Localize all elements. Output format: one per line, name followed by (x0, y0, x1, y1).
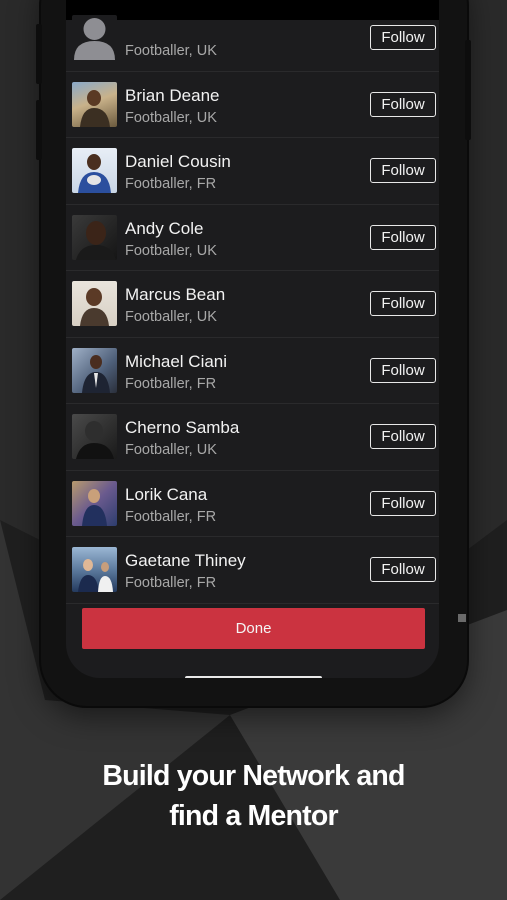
list-item[interactable]: Andy Cole Footballer, UK Follow (66, 205, 439, 271)
person-photo (80, 288, 109, 326)
follow-button[interactable]: Follow (370, 490, 436, 516)
person-subtitle: Footballer, FR (125, 176, 217, 192)
avatar (72, 547, 117, 592)
list-item[interactable]: Cherno Samba Footballer, UK Follow (66, 404, 439, 471)
avatar (72, 15, 117, 60)
avatar (72, 480, 117, 526)
person-photo (76, 220, 116, 260)
scroll-indicator (458, 614, 466, 622)
person-subtitle: Footballer, UK (125, 242, 217, 259)
promo-caption: Build your Network and find a Mentor (0, 756, 507, 836)
person-subtitle: Footballer, UK (125, 43, 217, 59)
follow-button[interactable]: Follow (370, 25, 436, 50)
list-item[interactable]: Michael Ciani Footballer, FR Follow (66, 338, 439, 404)
home-indicator[interactable] (185, 676, 322, 678)
follow-button[interactable]: Follow (370, 291, 436, 316)
person-subtitle: Footballer, FR (125, 375, 217, 392)
list-item[interactable]: Marcus Bean Footballer, UK Follow (66, 271, 439, 338)
person-name: Brian Deane (125, 85, 220, 105)
avatar (72, 347, 117, 393)
person-photo (82, 488, 107, 526)
person-name: Lorik Cana (125, 484, 208, 504)
caption-line-1: Build your Network and (102, 760, 405, 792)
avatar (72, 148, 117, 193)
list-item[interactable]: Gaetane Thiney Footballer, FR Follow (66, 537, 439, 604)
follow-button[interactable]: Follow (370, 557, 436, 582)
person-name: Daniel Cousin (125, 152, 231, 171)
person-photo (76, 421, 114, 459)
list-item[interactable]: Daniel Cousin Footballer, FR Follow (66, 138, 439, 205)
person-subtitle: Footballer, UK (125, 442, 217, 458)
follow-button[interactable]: Follow (370, 91, 436, 117)
avatar (72, 214, 117, 260)
follow-button[interactable]: Follow (370, 424, 436, 449)
follow-button[interactable]: Follow (370, 224, 436, 250)
avatar (72, 281, 117, 326)
person-subtitle: Footballer, UK (125, 309, 217, 325)
phone-power-button (465, 40, 471, 140)
person-name: Marcus Bean (125, 285, 226, 304)
person-subtitle: Footballer, UK (125, 109, 217, 126)
list-item[interactable]: Lorik Cana Footballer, FR Follow (66, 471, 439, 537)
person-name: Gaetane Thiney (125, 551, 246, 570)
phone-screen: Footballer, UK Follow Brian Deane Footba… (66, 0, 439, 678)
list-item[interactable]: Footballer, UK Follow (66, 5, 439, 72)
person-photo (80, 89, 110, 127)
person-name: Andy Cole (125, 218, 204, 238)
avatar (72, 81, 117, 127)
list-item[interactable]: Brian Deane Footballer, UK Follow (66, 72, 439, 138)
avatar (72, 414, 117, 459)
person-photo (78, 154, 111, 193)
done-button[interactable]: Done (82, 608, 425, 649)
person-photo (82, 354, 110, 393)
person-name: Michael Ciani (125, 351, 228, 371)
phone-volume-button (36, 100, 42, 160)
people-list[interactable]: Footballer, UK Follow Brian Deane Footba… (66, 5, 439, 604)
default-user-icon (74, 18, 115, 60)
person-subtitle: Footballer, FR (125, 508, 217, 525)
caption-line-2: find a Mentor (169, 800, 338, 832)
person-subtitle: Footballer, FR (125, 575, 217, 591)
person-name: Cherno Samba (125, 418, 240, 437)
person-photo (78, 559, 113, 592)
follow-button[interactable]: Follow (370, 158, 436, 183)
follow-button[interactable]: Follow (370, 357, 436, 383)
phone-volume-button (36, 24, 42, 84)
